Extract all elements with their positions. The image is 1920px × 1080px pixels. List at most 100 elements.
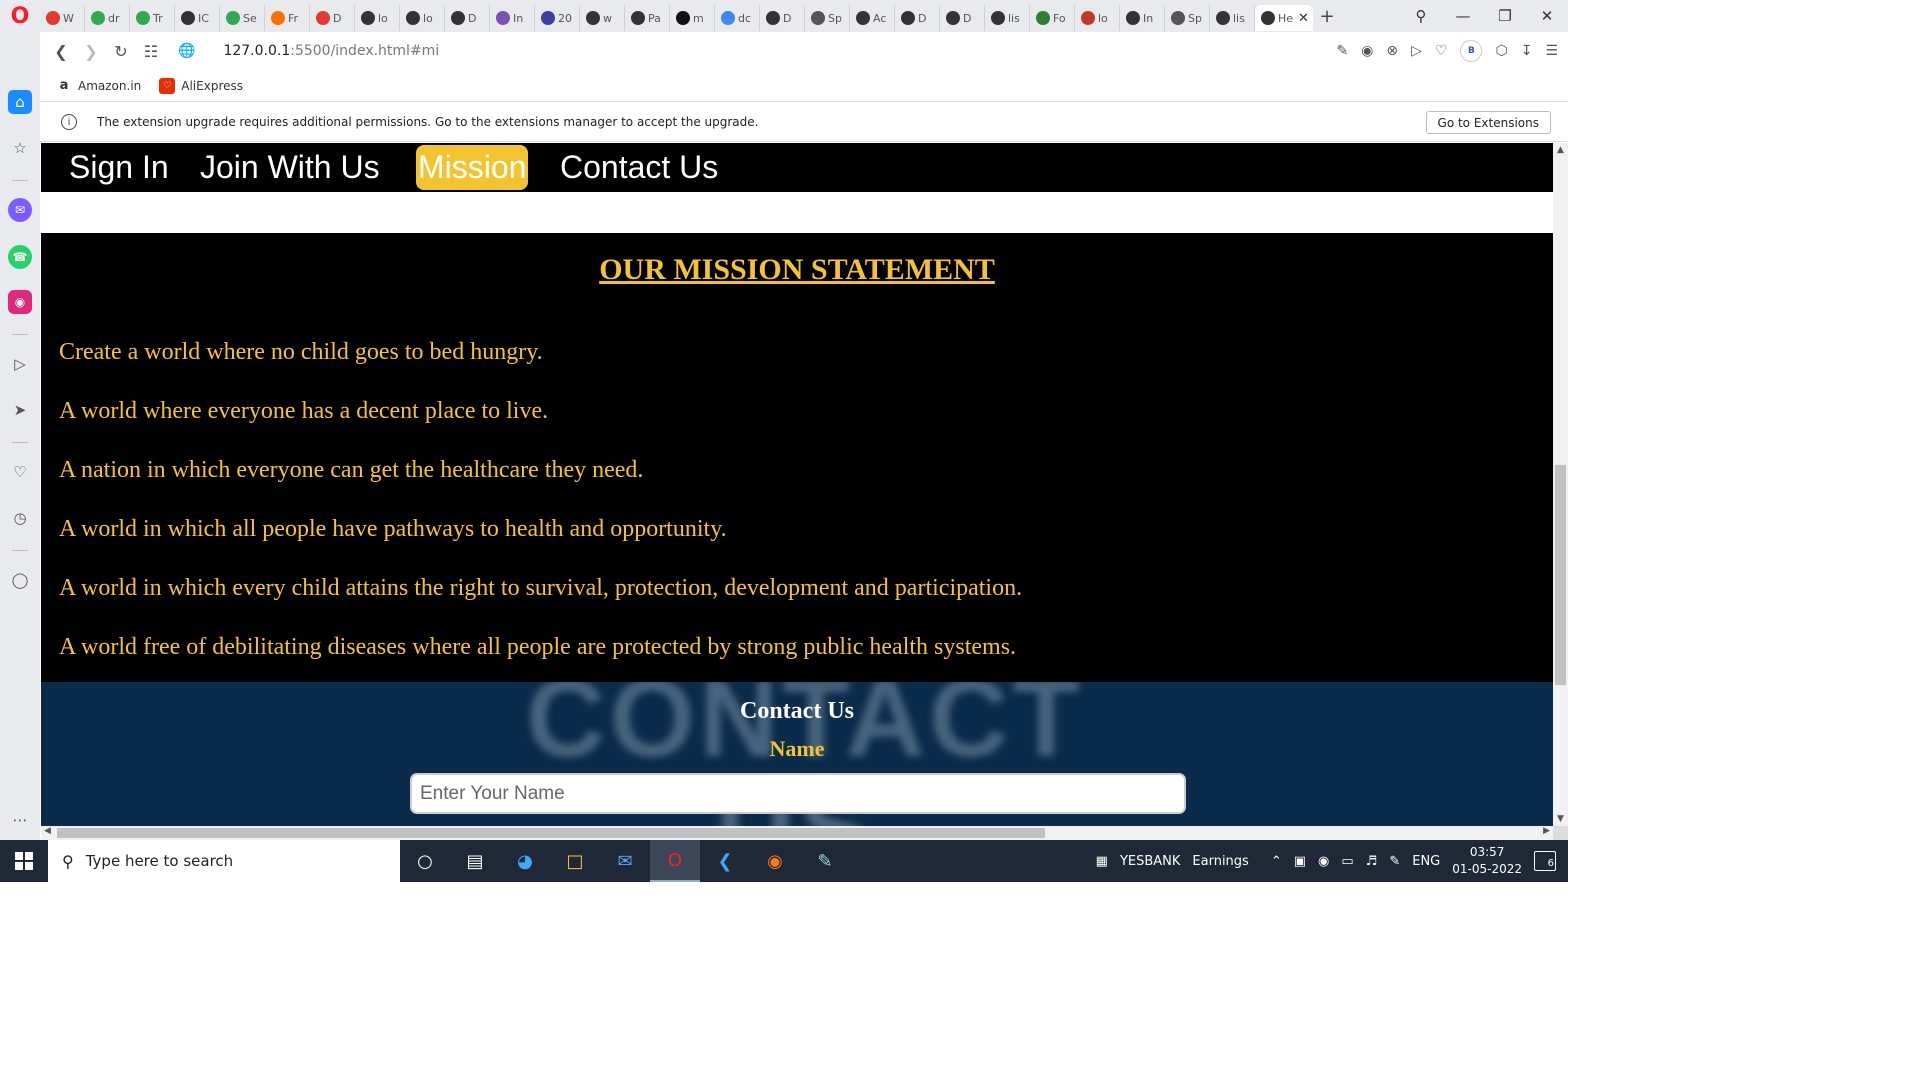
tab-14[interactable]: m bbox=[670, 5, 715, 31]
bookmark-aliexpress[interactable]: ♡ AliExpress bbox=[159, 77, 243, 94]
chevron-up-icon[interactable]: ⌃ bbox=[1271, 854, 1282, 869]
tab-active[interactable]: He ✕ bbox=[1255, 5, 1313, 31]
tab-10[interactable]: In bbox=[490, 5, 535, 31]
close-tab-icon[interactable]: ✕ bbox=[1298, 11, 1309, 26]
notification-center-icon[interactable]: 6 bbox=[1534, 851, 1556, 871]
scroll-up-icon[interactable]: ▲ bbox=[1553, 145, 1568, 155]
tab-4[interactable]: Se bbox=[220, 5, 265, 31]
tab-2[interactable]: Tr bbox=[130, 5, 175, 31]
send-icon[interactable]: ➤ bbox=[8, 398, 32, 422]
edge-icon[interactable]: ◕ bbox=[500, 840, 550, 882]
tab-19[interactable]: D bbox=[895, 5, 940, 31]
pen-icon[interactable]: ✎ bbox=[1389, 854, 1400, 869]
tab-3[interactable]: IC bbox=[175, 5, 220, 31]
go-to-extensions-button[interactable]: Go to Extensions bbox=[1425, 111, 1551, 134]
scroll-left-icon[interactable]: ◀ bbox=[44, 826, 51, 836]
tab-0[interactable]: W bbox=[40, 5, 85, 31]
menu-icon[interactable]: ☰ bbox=[1545, 43, 1558, 59]
tab-6[interactable]: D bbox=[310, 5, 355, 31]
calendar-icon[interactable]: ▦ bbox=[1096, 854, 1108, 869]
profile-avatar[interactable]: B bbox=[1460, 40, 1483, 62]
language-indicator[interactable]: ENG bbox=[1412, 854, 1440, 869]
search-tabs-icon[interactable]: ⚲ bbox=[1400, 7, 1442, 25]
tab-26[interactable]: lis bbox=[1210, 5, 1255, 31]
nav-sign-in[interactable]: Sign In bbox=[69, 145, 169, 190]
tab-21[interactable]: lis bbox=[985, 5, 1030, 31]
minimize-icon[interactable]: — bbox=[1442, 7, 1484, 25]
tab-9[interactable]: D bbox=[445, 5, 490, 31]
volume-icon[interactable]: ♬ bbox=[1366, 854, 1378, 869]
heart-icon[interactable]: ♡ bbox=[1435, 43, 1448, 59]
bookmark-amazon[interactable]: a Amazon.in bbox=[56, 78, 142, 94]
scroll-right-icon[interactable]: ▶ bbox=[1543, 826, 1550, 836]
tab-18[interactable]: Ac bbox=[850, 5, 895, 31]
vertical-scrollbar[interactable]: ▲ ▼ bbox=[1553, 143, 1568, 826]
camera-icon[interactable]: ◉ bbox=[1361, 43, 1373, 59]
tab-22[interactable]: Fo bbox=[1030, 5, 1075, 31]
scrollbar-thumb[interactable] bbox=[1555, 465, 1566, 685]
tab-5[interactable]: Fr bbox=[265, 5, 310, 31]
forward-icon[interactable]: ❯ bbox=[76, 42, 106, 61]
send-icon[interactable]: ▷ bbox=[1411, 43, 1422, 59]
new-tab-button[interactable]: + bbox=[1313, 6, 1341, 27]
star-icon[interactable]: ☆ bbox=[8, 136, 32, 160]
more-icon[interactable]: ⋯ bbox=[8, 808, 32, 832]
block-icon[interactable]: ⊗ bbox=[1386, 43, 1398, 59]
messenger-icon[interactable]: ✉ bbox=[8, 198, 32, 222]
vscode-icon[interactable]: ❮ bbox=[700, 840, 750, 882]
tab-12[interactable]: w bbox=[580, 5, 625, 31]
scrollbar-thumb[interactable] bbox=[57, 828, 1045, 838]
windows-start-icon[interactable] bbox=[0, 840, 48, 882]
instagram-icon[interactable]: ◉ bbox=[8, 290, 32, 314]
history-icon[interactable]: ◷ bbox=[8, 506, 32, 530]
whatsapp-icon[interactable]: ☎ bbox=[8, 245, 32, 269]
scroll-down-icon[interactable]: ▼ bbox=[1553, 814, 1568, 824]
network-icon[interactable]: ◉ bbox=[1318, 854, 1329, 869]
ticker-label[interactable]: Earnings bbox=[1192, 854, 1248, 869]
meet-icon[interactable]: ▣ bbox=[1294, 854, 1306, 869]
nav-join-with-us[interactable]: Join With Us bbox=[200, 145, 380, 190]
close-window-icon[interactable]: ✕ bbox=[1526, 7, 1568, 25]
tab-25[interactable]: Sp bbox=[1165, 5, 1210, 31]
url-field[interactable]: 127.0.0.1:5500/index.html#mi bbox=[223, 43, 439, 59]
reload-icon[interactable]: ↻ bbox=[106, 42, 136, 61]
heart-icon[interactable]: ♡ bbox=[8, 460, 32, 484]
task-view-icon[interactable]: ▤ bbox=[450, 840, 500, 882]
tab-7[interactable]: lo bbox=[355, 5, 400, 31]
tab-11[interactable]: 20 bbox=[535, 5, 580, 31]
edit-icon[interactable]: ✎ bbox=[1336, 43, 1348, 59]
download-icon[interactable]: ↧ bbox=[1521, 43, 1533, 59]
tab-24[interactable]: In bbox=[1120, 5, 1165, 31]
back-icon[interactable]: ❮ bbox=[46, 42, 76, 61]
tab-17[interactable]: Sp bbox=[805, 5, 850, 31]
cube-icon[interactable]: ⬡ bbox=[1495, 43, 1507, 59]
cortana-icon[interactable]: ○ bbox=[400, 840, 450, 882]
lightbulb-icon[interactable]: ◯ bbox=[8, 568, 32, 592]
tab-16[interactable]: D bbox=[760, 5, 805, 31]
clock[interactable]: 03:57 01-05-2022 bbox=[1452, 844, 1522, 878]
tab-label: lis bbox=[1233, 11, 1245, 25]
tab-8[interactable]: lo bbox=[400, 5, 445, 31]
ticker-symbol[interactable]: YESBANK bbox=[1120, 854, 1180, 869]
home-icon[interactable]: ⌂ bbox=[8, 90, 32, 114]
battery-icon[interactable]: ▭ bbox=[1341, 854, 1353, 869]
nav-contact-us[interactable]: Contact Us bbox=[560, 145, 718, 190]
file-explorer-icon[interactable]: □ bbox=[550, 840, 600, 882]
mail-icon[interactable]: ✉ bbox=[600, 840, 650, 882]
opera-logo-icon[interactable]: O bbox=[0, 0, 40, 32]
tab-13[interactable]: Pa bbox=[625, 5, 670, 31]
nav-mission[interactable]: Mission bbox=[416, 145, 529, 190]
firefox-icon[interactable]: ◉ bbox=[750, 840, 800, 882]
tab-23[interactable]: lo bbox=[1075, 5, 1120, 31]
opera-taskbar-icon[interactable]: O bbox=[650, 840, 700, 882]
tab-15[interactable]: dc bbox=[715, 5, 760, 31]
tab-20[interactable]: D bbox=[940, 5, 985, 31]
player-icon[interactable]: ▷ bbox=[8, 352, 32, 376]
restore-icon[interactable]: ❐ bbox=[1484, 7, 1526, 25]
notepad-icon[interactable]: ✎ bbox=[800, 840, 850, 882]
horizontal-scrollbar[interactable]: ◀ ▶ bbox=[41, 826, 1553, 840]
name-input[interactable] bbox=[410, 773, 1186, 814]
tab-1[interactable]: dr bbox=[85, 5, 130, 31]
tab-grid-icon[interactable]: ☷ bbox=[136, 42, 166, 61]
taskbar-search[interactable]: ⚲ Type here to search bbox=[48, 840, 400, 882]
